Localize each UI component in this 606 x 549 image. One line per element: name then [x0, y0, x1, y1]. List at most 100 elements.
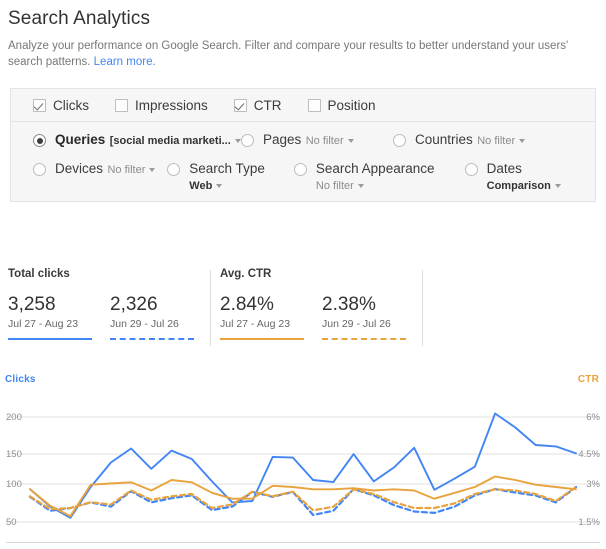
dimension-search-type[interactable]: Search Type Web: [167, 161, 294, 193]
search-analytics-page: Search Analytics Analyze your performanc…: [0, 0, 606, 549]
dimension-queries[interactable]: Queries [social media marketi...: [33, 132, 241, 148]
summary-legend-line-solid-blue: [8, 338, 92, 340]
checkbox-checked-icon[interactable]: [233, 98, 247, 112]
summary-title-total-clicks: Total clicks: [8, 268, 70, 280]
learn-more-link[interactable]: Learn more: [94, 56, 153, 68]
chart-right-tick-1: 4.5%: [578, 449, 600, 460]
dimension-countries[interactable]: Countries No filter: [393, 132, 553, 148]
chevron-down-icon[interactable]: [216, 184, 223, 189]
summary-metrics: Total clicks 3,258 Jul 27 - Aug 23 2,326…: [8, 268, 598, 358]
summary-legend-line-solid-orange: [220, 338, 304, 340]
chevron-down-icon[interactable]: [234, 139, 241, 144]
dimension-filter-value: No filter: [315, 180, 354, 192]
chart-right-tick-3: 1.5%: [578, 517, 600, 528]
dimension-search-appearance[interactable]: Search Appearance No filter: [293, 161, 465, 193]
dimension-label-search-appearance: Search Appearance: [315, 161, 435, 176]
radio-unselected-icon[interactable]: [393, 134, 406, 147]
metric-checkbox-impressions[interactable]: Impressions: [115, 98, 208, 113]
page-description-text: Analyze your performance on Google Searc…: [8, 40, 569, 68]
page-title: Search Analytics: [8, 8, 151, 29]
metric-checkbox-ctr[interactable]: CTR: [233, 97, 282, 113]
chart-svg: [6, 412, 600, 523]
summary-value: 3,258: [8, 294, 56, 315]
dimension-filter-value: No filter: [477, 135, 516, 147]
chevron-down-icon[interactable]: [554, 184, 561, 189]
dimension-grid: Queries [social media marketi... Pages N…: [11, 122, 595, 201]
chart-left-tick-3: 50: [6, 517, 17, 528]
metrics-checkbox-row: Clicks Impressions CTR Position: [11, 89, 595, 122]
summary-legend-line-dashed-orange: [322, 338, 406, 340]
dimension-filter-devices[interactable]: No filter: [107, 164, 156, 176]
dimension-filter-value: Web: [189, 180, 213, 192]
summary-col-ctr-previous: 2.38% Jun 29 - Jul 26: [322, 294, 424, 340]
metric-label-ctr: CTR: [253, 97, 282, 113]
summary-value: 2.38%: [322, 294, 376, 315]
chevron-down-icon[interactable]: [347, 139, 354, 144]
checkbox-checked-icon[interactable]: [33, 98, 46, 112]
chart-plot-area: 200 150 100 50 6% 4.5% 3% 1.5%: [0, 390, 606, 543]
dimension-devices[interactable]: Devices No filter: [33, 161, 167, 177]
chevron-down-icon[interactable]: [357, 184, 364, 189]
chart-baseline: [6, 542, 600, 543]
dimension-filter-pages[interactable]: No filter: [306, 135, 354, 147]
summary-col-clicks-previous: 2,326 Jun 29 - Jul 26: [110, 294, 212, 340]
metric-checkbox-clicks[interactable]: Clicks: [33, 98, 89, 113]
radio-unselected-icon[interactable]: [167, 163, 181, 176]
summary-legend-line-dashed-blue: [110, 338, 194, 340]
page-description: Analyze your performance on Google Searc…: [8, 38, 590, 70]
dimension-label-queries: Queries: [55, 132, 106, 147]
metric-checkbox-position[interactable]: Position: [307, 97, 376, 113]
chevron-down-icon[interactable]: [149, 168, 156, 173]
dimension-label-search-type: Search Type: [189, 161, 265, 176]
dimension-filter-value: Comparison: [486, 180, 551, 192]
summary-group-avg-ctr: Avg. CTR 2.84% Jul 27 - Aug 23 2.38% Jun…: [220, 268, 424, 340]
dimension-filter-search-type[interactable]: Web: [189, 180, 223, 192]
performance-chart: Clicks CTR 200 150 100 50 6% 4.5% 3% 1.5…: [0, 372, 606, 543]
summary-value: 2.84%: [220, 294, 274, 315]
checkbox-unchecked-icon[interactable]: [307, 98, 321, 112]
metric-label-position: Position: [327, 97, 376, 113]
radio-unselected-icon[interactable]: [293, 163, 307, 176]
radio-unselected-icon[interactable]: [241, 134, 254, 147]
chart-right-axis-label: CTR: [577, 374, 599, 385]
dimension-filter-search-appearance[interactable]: No filter: [316, 180, 364, 192]
dimension-pages[interactable]: Pages No filter: [241, 132, 393, 148]
filter-panel: Clicks Impressions CTR Position Queries …: [10, 88, 596, 202]
dimension-label-dates: Dates: [486, 161, 522, 176]
dimension-dates[interactable]: Dates Comparison: [464, 161, 595, 193]
summary-title-avg-ctr: Avg. CTR: [220, 268, 272, 280]
summary-range: Jul 27 - Aug 23: [8, 318, 79, 330]
dimension-filter-queries[interactable]: [social media marketi...: [110, 135, 241, 147]
chart-left-axis-label: Clicks: [5, 374, 36, 385]
radio-unselected-icon[interactable]: [464, 163, 478, 176]
summary-range: Jun 29 - Jul 26: [110, 318, 179, 330]
chevron-down-icon[interactable]: [519, 139, 526, 144]
summary-col-ctr-current: 2.84% Jul 27 - Aug 23: [220, 294, 322, 340]
dimension-filter-value: [social media marketi...: [109, 135, 231, 147]
radio-selected-icon[interactable]: [33, 134, 46, 147]
dimension-row-1: Queries [social media marketi... Pages N…: [33, 132, 595, 148]
dimension-filter-dates[interactable]: Comparison: [487, 180, 561, 192]
radio-unselected-icon[interactable]: [33, 163, 46, 176]
metric-label-clicks: Clicks: [53, 97, 89, 113]
checkbox-unchecked-icon[interactable]: [115, 98, 128, 112]
metric-label-impressions: Impressions: [135, 97, 208, 113]
chart-right-tick-0: 6%: [586, 412, 600, 423]
summary-group-total-clicks: Total clicks 3,258 Jul 27 - Aug 23 2,326…: [8, 268, 212, 340]
page-description-period: .: [152, 56, 156, 68]
chart-left-tick-2: 100: [6, 479, 22, 490]
dimension-filter-value: No filter: [305, 135, 344, 147]
summary-range: Jul 27 - Aug 23: [220, 318, 291, 330]
dimension-label-devices: Devices: [55, 161, 104, 176]
dimension-label-pages: Pages: [263, 132, 302, 147]
dimension-row-2: Devices No filter Search Type Web Search…: [33, 161, 595, 193]
summary-value: 2,326: [110, 294, 158, 315]
dimension-label-countries: Countries: [415, 132, 473, 147]
chart-right-tick-2: 3%: [586, 479, 600, 490]
dimension-filter-value: No filter: [107, 164, 146, 176]
summary-range: Jun 29 - Jul 26: [322, 318, 391, 330]
chart-left-tick-0: 200: [6, 412, 22, 423]
dimension-filter-countries[interactable]: No filter: [477, 135, 526, 147]
chart-left-tick-1: 150: [6, 449, 22, 460]
summary-col-clicks-current: 3,258 Jul 27 - Aug 23: [8, 294, 110, 340]
